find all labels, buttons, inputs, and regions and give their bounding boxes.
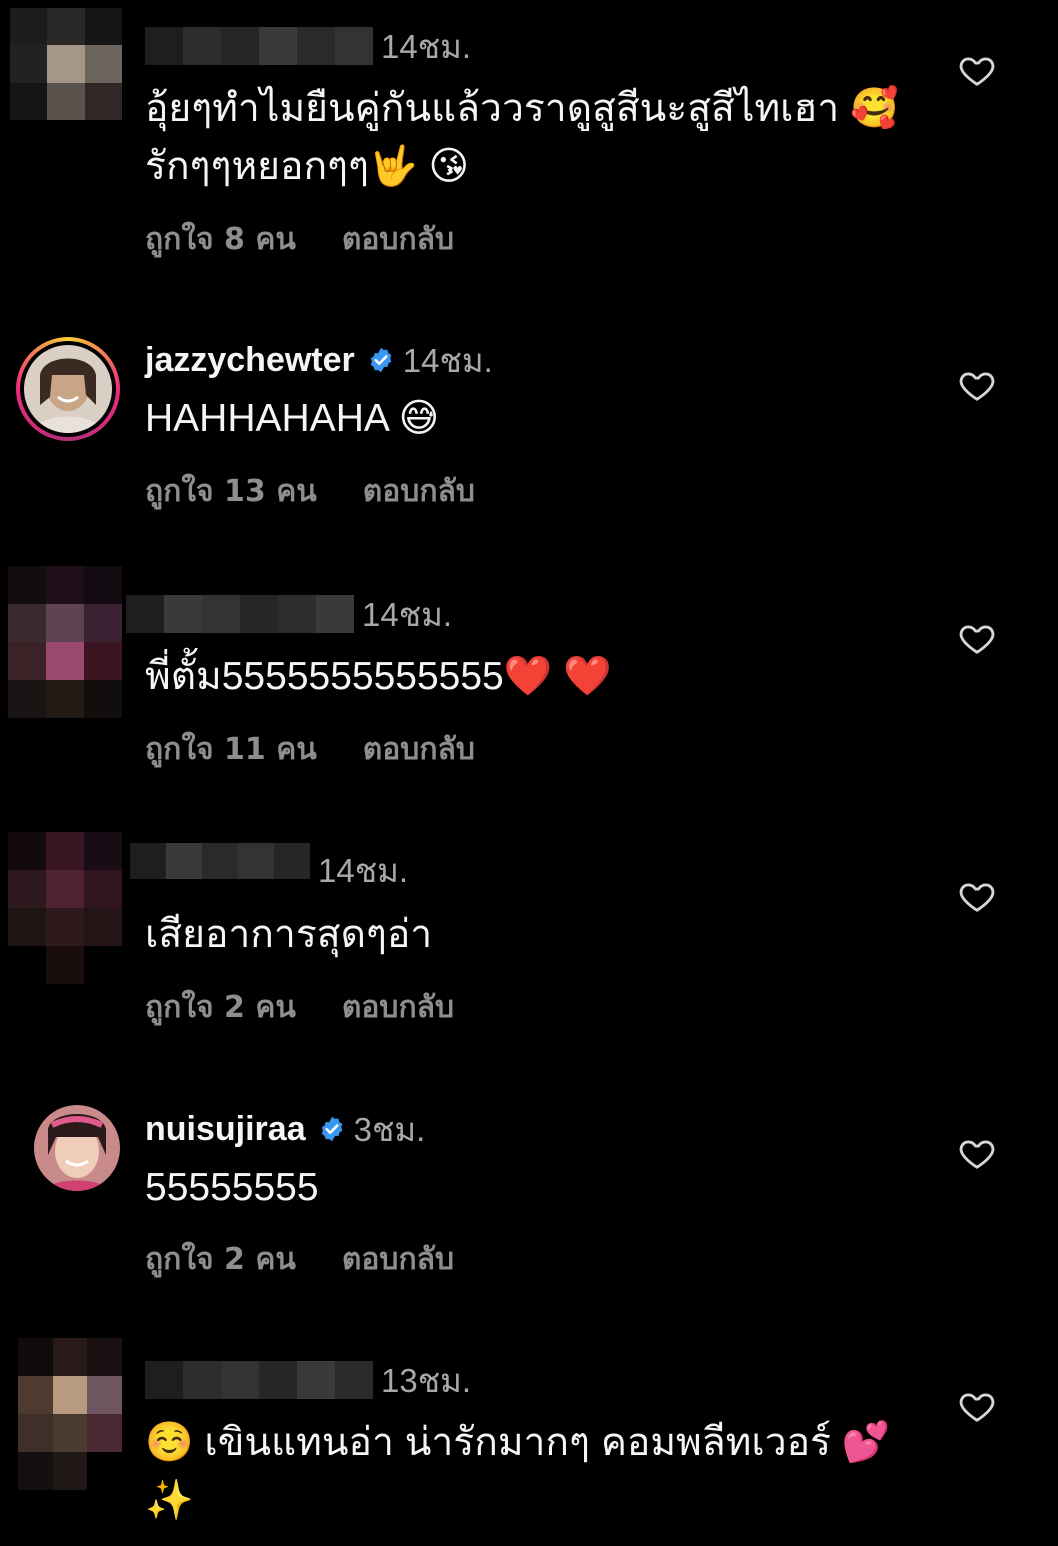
verified-badge-icon [321,1116,342,1142]
comment-time: 13ชม. [381,1361,472,1399]
blurred-username[interactable] [130,843,310,897]
avatar[interactable] [8,832,122,984]
like-count[interactable]: ถูกใจ 11 คน [145,726,317,773]
reply-button[interactable]: ตอบกลับ [342,216,454,263]
comment-time: 14ชม. [402,341,493,379]
comment-meta: ถูกใจ 8 คน ตอบกลับ [145,216,454,263]
pixelated-avatar [18,1338,122,1490]
reply-button[interactable]: ตอบกลับ [342,1236,454,1283]
comment-meta: ถูกใจ 2 คน ตอบกลับ [145,984,454,1031]
heart-outline-icon[interactable] [958,619,996,657]
like-count[interactable]: ถูกใจ 8 คน [145,216,296,263]
comment-time: 3ชม. [353,1110,426,1148]
avatar[interactable] [18,1338,122,1490]
comment-header: 14ชม. [130,843,408,892]
comment-time: 14ชม. [381,27,472,65]
comment-text: พี่ตั้ม5555555555555❤️ ❤️ [145,655,612,698]
comment-time: 14ชม. [362,595,453,633]
comment-text: ☺️ เขินแทนอ่า น่ารักมากๆ คอมพลีทเวอร์ 💕 … [145,1421,891,1522]
username[interactable]: jazzychewter [145,341,355,380]
heart-outline-icon[interactable] [958,51,996,89]
profile-photo-icon [34,1105,120,1191]
comment-text: เสียอาการสุดๆอ่า [145,913,433,956]
comment-meta: ถูกใจ 2 คน ตอบกลับ [145,1236,454,1283]
avatar[interactable] [10,8,122,120]
comment-header: nuisujiraa 3ชม. [145,1107,425,1151]
avatar[interactable] [8,566,122,718]
reply-button[interactable]: ตอบกลับ [363,468,475,515]
like-count[interactable]: ถูกใจ 2 คน [145,1236,296,1283]
heart-outline-icon[interactable] [958,877,996,915]
avatar[interactable] [34,1105,120,1191]
like-count[interactable]: ถูกใจ 13 คน [145,468,317,515]
comment-meta: ถูกใจ 11 คน ตอบกลับ [145,726,475,773]
avatar [24,345,112,433]
like-count[interactable]: ถูกใจ 2 คน [145,984,296,1031]
heart-outline-icon[interactable] [958,366,996,404]
reply-button[interactable]: ตอบกลับ [342,984,454,1031]
comment-text: HAHHAHAHA 😅 [145,397,440,440]
blurred-username[interactable] [126,595,354,633]
comment-header: 14ชม. [126,592,452,636]
comment-meta: ถูกใจ 13 คน ตอบกลับ [145,468,475,515]
avatar-story-ring[interactable] [16,337,120,441]
pixelated-avatar [8,832,122,984]
heart-outline-icon[interactable] [958,1134,996,1172]
comment-header: 14ชม. [145,24,471,68]
comment-text: อุ้ยๆทำไมยืนคู่กันแล้ววราดูสูสีนะสูสีไทเ… [145,87,899,188]
profile-photo-icon [24,345,112,433]
comment-header: 13ชม. [145,1358,471,1402]
pixelated-avatar [10,8,122,120]
comment-header: jazzychewter 14ชม. [145,338,493,382]
blurred-username[interactable] [145,27,373,65]
comment-text: 55555555 [145,1166,319,1209]
heart-outline-icon[interactable] [958,1387,996,1425]
reply-button[interactable]: ตอบกลับ [363,726,475,773]
blurred-username[interactable] [145,1361,373,1399]
comment-time: 14ชม. [318,851,409,889]
username[interactable]: nuisujiraa [145,1110,306,1149]
verified-badge-icon [370,347,392,373]
pixelated-avatar [8,566,122,718]
